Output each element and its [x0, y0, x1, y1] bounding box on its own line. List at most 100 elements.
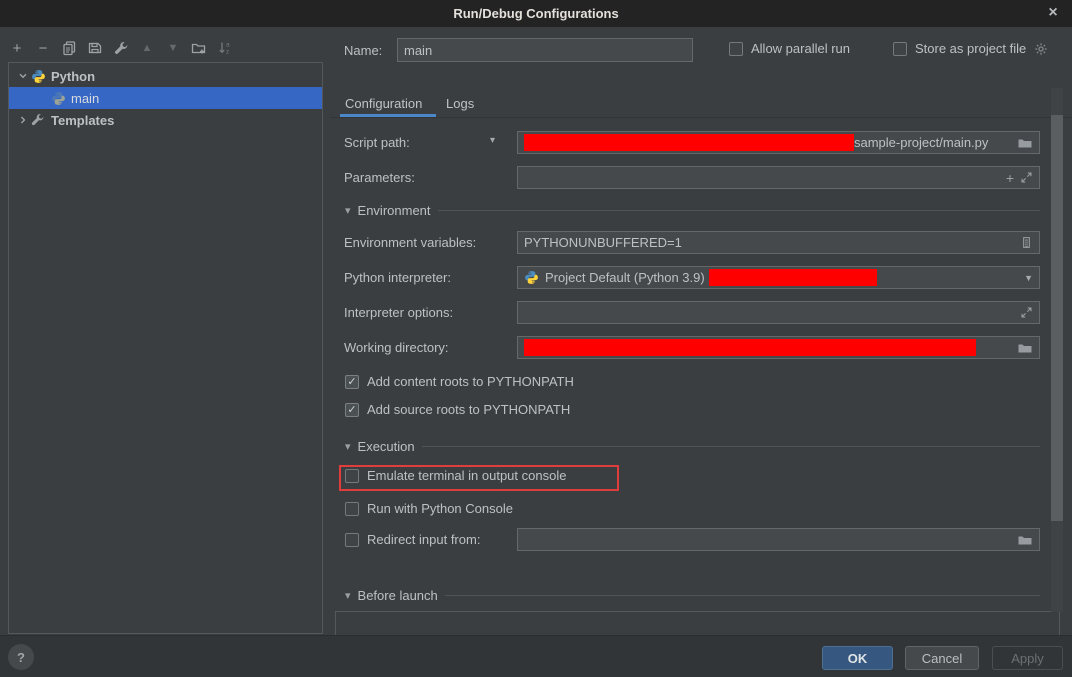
tree-item-templates[interactable]: Templates: [9, 109, 322, 131]
python-interpreter-combobox[interactable]: Project Default (Python 3.9) ▼: [517, 266, 1040, 289]
scrollbar-track[interactable]: [1051, 88, 1063, 612]
sort-configurations-button[interactable]: az: [216, 39, 234, 57]
edit-variables-icon[interactable]: [1020, 236, 1033, 249]
expand-field-icon[interactable]: [1020, 306, 1033, 319]
dialog-footer: ? OK Cancel Apply: [0, 635, 1072, 677]
configurations-toolbar: + − ▲ ▼ az: [8, 36, 234, 60]
environment-variables-value: PYTHONUNBUFFERED=1: [524, 235, 682, 250]
move-down-button[interactable]: ▼: [164, 39, 182, 57]
script-path-label: Script path:: [344, 135, 410, 150]
add-source-roots-checkbox[interactable]: ✓ Add source roots to PYTHONPATH: [345, 402, 570, 417]
checkbox-checked-icon: ✓: [345, 403, 359, 417]
insert-macro-icon[interactable]: +: [1006, 170, 1014, 186]
environment-section-label: Environment: [358, 203, 431, 218]
working-directory-label: Working directory:: [344, 340, 449, 355]
redirect-input-label: Redirect input from:: [367, 532, 480, 547]
gear-icon[interactable]: [1034, 42, 1048, 56]
add-content-roots-checkbox[interactable]: ✓ Add content roots to PYTHONPATH: [345, 374, 574, 389]
scrollbar-thumb[interactable]: [1051, 115, 1063, 521]
python-logo-icon: [31, 69, 46, 84]
redacted-path-segment: [524, 134, 854, 151]
parameters-label: Parameters:: [344, 170, 415, 185]
before-launch-section-label: Before launch: [358, 588, 438, 603]
tree-item-label: Templates: [51, 113, 114, 128]
new-folder-button[interactable]: [190, 39, 208, 57]
move-up-button[interactable]: ▲: [138, 39, 156, 57]
arrow-down-icon: ▼: [168, 42, 179, 54]
execution-section-label: Execution: [358, 439, 415, 454]
add-source-roots-label: Add source roots to PYTHONPATH: [367, 402, 570, 417]
store-as-project-file-label: Store as project file: [915, 41, 1026, 56]
section-collapse-icon: ▾: [345, 440, 351, 453]
sort-az-icon: az: [217, 40, 233, 56]
before-launch-section-header[interactable]: ▾ Before launch: [345, 588, 1040, 603]
environment-section-header[interactable]: ▾ Environment: [345, 203, 1040, 218]
expand-field-icon[interactable]: [1020, 171, 1033, 184]
python-logo-icon: [524, 270, 539, 285]
tab-configuration[interactable]: Configuration: [345, 96, 422, 111]
working-directory-field[interactable]: [517, 336, 1040, 359]
emulate-terminal-checkbox[interactable]: Emulate terminal in output console: [345, 468, 566, 483]
edit-templates-button[interactable]: [112, 39, 130, 57]
apply-button[interactable]: Apply: [992, 646, 1063, 670]
redirect-input-field[interactable]: [517, 528, 1040, 551]
browse-folder-icon[interactable]: [1017, 532, 1033, 548]
checkbox-icon: [345, 533, 359, 547]
name-input[interactable]: [397, 38, 693, 62]
add-configuration-button[interactable]: +: [8, 39, 26, 57]
cancel-button[interactable]: Cancel: [905, 646, 979, 670]
combo-dropdown-icon[interactable]: ▼: [1024, 273, 1033, 283]
environment-variables-field[interactable]: PYTHONUNBUFFERED=1: [517, 231, 1040, 254]
plus-icon: +: [13, 40, 22, 57]
run-with-python-console-checkbox[interactable]: Run with Python Console: [345, 501, 513, 516]
script-path-field[interactable]: sample-project/main.py: [517, 131, 1040, 154]
redacted-directory-segment: [524, 339, 976, 356]
tree-item-python[interactable]: Python: [9, 65, 322, 87]
allow-parallel-run-label: Allow parallel run: [751, 41, 850, 56]
browse-folder-icon[interactable]: [1017, 135, 1033, 151]
checkbox-icon: [893, 42, 907, 56]
tab-separator: [330, 117, 1072, 118]
copy-icon: [61, 40, 77, 56]
browse-folder-icon[interactable]: [1017, 340, 1033, 356]
copy-configuration-button[interactable]: [60, 39, 78, 57]
script-path-switcher-icon[interactable]: ▾: [490, 135, 495, 146]
redirect-input-checkbox[interactable]: Redirect input from:: [345, 532, 480, 547]
save-icon: [87, 40, 103, 56]
python-interpreter-value: Project Default (Python 3.9): [545, 270, 705, 285]
help-button[interactable]: ?: [8, 644, 34, 670]
checkbox-checked-icon: ✓: [345, 375, 359, 389]
title-bar: Run/Debug Configurations ×: [0, 0, 1072, 27]
configurations-tree: Python main Templates: [8, 62, 323, 634]
close-icon[interactable]: ×: [1042, 2, 1064, 24]
save-configuration-button[interactable]: [86, 39, 104, 57]
execution-section-header[interactable]: ▾ Execution: [345, 439, 1040, 454]
chevron-down-icon: [18, 71, 28, 81]
wrench-icon: [31, 113, 45, 127]
checkbox-icon: [345, 502, 359, 516]
svg-text:a: a: [226, 42, 230, 49]
svg-text:z: z: [226, 49, 229, 56]
checkbox-icon: [729, 42, 743, 56]
question-mark-icon: ?: [17, 650, 25, 665]
new-folder-icon: [191, 40, 207, 56]
before-launch-task-list[interactable]: [335, 611, 1060, 635]
ok-button[interactable]: OK: [822, 646, 893, 670]
section-collapse-icon: ▾: [345, 204, 351, 217]
remove-configuration-button[interactable]: −: [34, 39, 52, 57]
section-collapse-icon: ▾: [345, 589, 351, 602]
run-debug-configurations-dialog: Run/Debug Configurations × + − ▲ ▼ az Py…: [0, 0, 1072, 677]
store-as-project-file-checkbox[interactable]: Store as project file: [893, 41, 1048, 56]
allow-parallel-run-checkbox[interactable]: Allow parallel run: [729, 41, 850, 56]
parameters-field[interactable]: +: [517, 166, 1040, 189]
add-content-roots-label: Add content roots to PYTHONPATH: [367, 374, 574, 389]
tree-item-label: main: [71, 91, 99, 106]
emulate-terminal-label: Emulate terminal in output console: [367, 468, 566, 483]
run-with-python-console-label: Run with Python Console: [367, 501, 513, 516]
tree-item-main[interactable]: main: [9, 87, 322, 109]
tab-logs[interactable]: Logs: [446, 96, 474, 111]
interpreter-options-field[interactable]: [517, 301, 1040, 324]
dialog-title: Run/Debug Configurations: [453, 6, 618, 21]
interpreter-options-label: Interpreter options:: [344, 305, 453, 320]
chevron-right-icon: [18, 115, 28, 125]
